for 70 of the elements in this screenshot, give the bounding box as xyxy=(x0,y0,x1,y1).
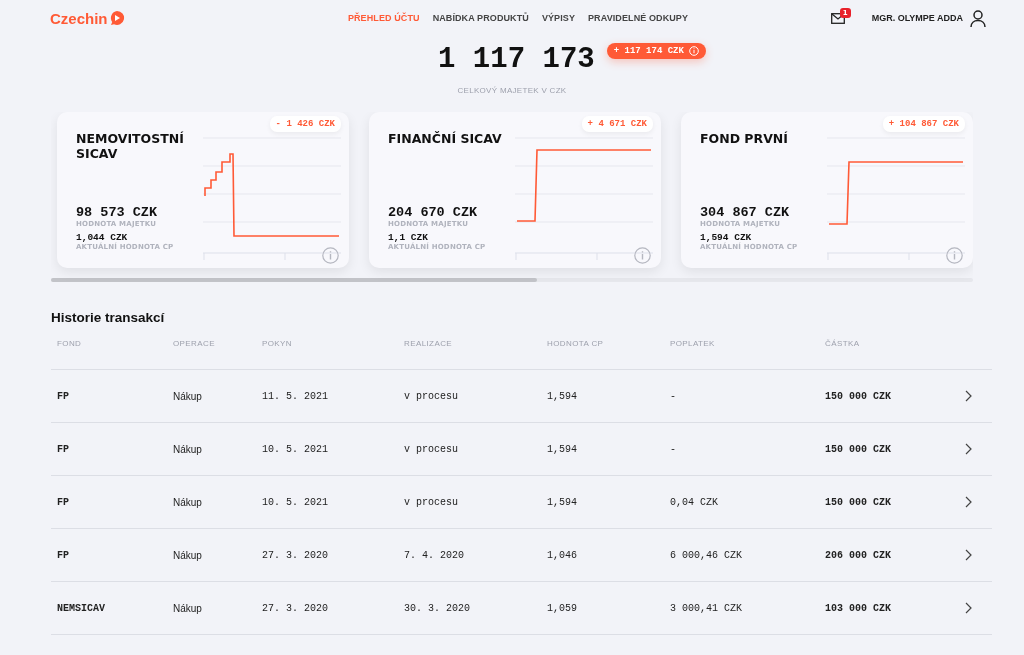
table-cell-text: 27. 3. 2020 xyxy=(262,602,329,614)
table-cell-text: 103 000 CZK xyxy=(825,602,892,614)
table-cell-text: Nákup xyxy=(173,390,203,402)
table-cell-text: FP xyxy=(57,549,70,561)
table-cell-text: FP xyxy=(57,496,70,508)
column-header: OPERACE xyxy=(173,339,216,348)
total-caption: CELKOVÝ MAJETEK V CZK xyxy=(457,86,567,95)
table-cell-text: Nákup xyxy=(173,496,203,508)
table-cell-text: v procesu xyxy=(404,496,459,508)
table-cell-text: 150 000 CZK xyxy=(825,443,892,455)
logo-icon xyxy=(108,10,125,26)
table-cell-text: 150 000 CZK xyxy=(825,496,892,508)
fund-value: 304 867 CZK xyxy=(700,205,791,220)
table-cell-text: 1,594 xyxy=(547,496,578,508)
change-badge: + 4 671 CZK xyxy=(581,116,653,132)
fund-name: FOND PRVNÍ xyxy=(700,131,789,146)
unit-price: 1,1 CZK xyxy=(388,232,428,243)
table-cell-text: FP xyxy=(57,390,70,402)
table-cell-text: 11. 5. 2021 xyxy=(262,390,329,402)
fund-name: NEMOVITOSTNÍ SICAV xyxy=(76,131,185,161)
chevron-right-icon[interactable] xyxy=(965,602,972,614)
nav-tab[interactable]: NABÍDKA PRODUKTŮ xyxy=(432,13,529,23)
table-cell-text: 1,594 xyxy=(547,390,578,402)
unit-price: 1,044 CZK xyxy=(76,232,129,243)
table-cell-text: v procesu xyxy=(404,443,459,455)
table-cell-text: 7. 4. 2020 xyxy=(404,549,465,561)
column-header: ČÁSTKA xyxy=(825,339,861,348)
column-header: POPLATEK xyxy=(670,339,716,348)
chevron-right-icon[interactable] xyxy=(965,496,972,508)
chevron-right-icon[interactable] xyxy=(965,390,972,402)
nav-tab[interactable]: VÝPISY xyxy=(541,13,575,23)
table-cell-text: 6 000,46 CZK xyxy=(670,549,743,561)
user-name[interactable]: MGR. OLYMPE ADDA xyxy=(871,13,963,23)
user-icon[interactable] xyxy=(970,9,986,27)
table-cell-text: 1,059 xyxy=(547,602,578,614)
total-amount: 1 117 173 xyxy=(438,43,595,76)
table-cell-text: - xyxy=(670,443,677,455)
table-cell-text: 150 000 CZK xyxy=(825,390,892,402)
column-header: HODNOTA CP xyxy=(547,339,605,348)
table-cell-text: Nákup xyxy=(173,443,203,455)
table-cell-text: 206 000 CZK xyxy=(825,549,892,561)
fund-value: 98 573 CZK xyxy=(76,205,158,220)
column-header: FOND xyxy=(57,339,83,348)
change-badge: + 104 867 CZK xyxy=(882,116,965,132)
table-cell-text: 1,046 xyxy=(547,549,578,561)
table-cell-text: Nákup xyxy=(173,549,203,561)
table-cell-text: 10. 5. 2021 xyxy=(262,496,329,508)
fund-value: 204 670 CZK xyxy=(388,205,479,220)
column-header: REALIZACE xyxy=(404,339,454,348)
table-cell-text: FP xyxy=(57,443,70,455)
table-cell-text: 27. 3. 2020 xyxy=(262,549,329,561)
table-cell-text: - xyxy=(670,390,677,402)
scrollbar-thumb[interactable] xyxy=(51,278,537,282)
chevron-right-icon[interactable] xyxy=(965,443,972,455)
change-badge: - 1 426 CZK xyxy=(269,116,341,132)
table-cell-text: 10. 5. 2021 xyxy=(262,443,329,455)
table-cell-text: NEMSICAV xyxy=(57,602,106,614)
table-cell-text: v procesu xyxy=(404,390,459,402)
nav-tab[interactable]: PRAVIDELNÉ ODKUPY xyxy=(588,13,689,23)
table-cell-text: Nákup xyxy=(173,602,203,614)
table-cell-text: 3 000,41 CZK xyxy=(670,602,743,614)
fund-name: FINANČNÍ SICAV xyxy=(388,131,503,146)
table-cell-text: 0,04 CZK xyxy=(670,496,719,508)
table-cell-text: 1,594 xyxy=(547,443,578,455)
table-cell-text: 30. 3. 2020 xyxy=(404,602,471,614)
column-header: POKYN xyxy=(262,339,293,348)
unit-price: 1,594 CZK xyxy=(700,232,753,243)
chevron-right-icon[interactable] xyxy=(965,549,972,561)
section-title: Historie transakcí xyxy=(51,310,166,325)
change-badge: + 117 174 CZK xyxy=(606,43,706,59)
